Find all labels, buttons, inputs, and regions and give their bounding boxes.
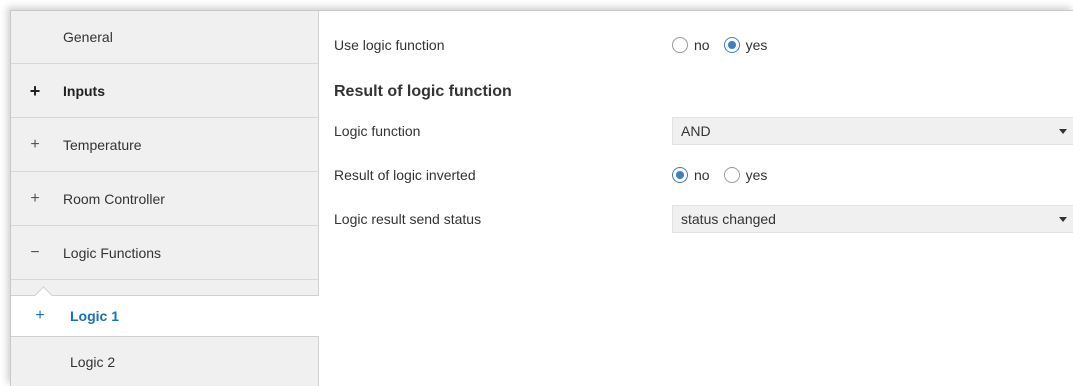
expand-icon[interactable]: + (28, 137, 42, 153)
sidebar-item-label: Logic Functions (63, 245, 162, 261)
logic-function-dropdown[interactable]: AND (672, 117, 1073, 145)
sidebar-item-logic-1[interactable]: + Logic 1 (11, 286, 319, 337)
radio-label: no (694, 37, 710, 53)
radio-label: yes (745, 167, 768, 183)
use-logic-option-yes[interactable]: yes (723, 37, 768, 53)
sidebar-item-temperature[interactable]: + Temperature (11, 119, 318, 172)
send-status-dropdown[interactable]: status changed (672, 205, 1073, 233)
collapse-icon[interactable]: − (28, 245, 42, 261)
dropdown-value: AND (681, 123, 711, 139)
sidebar-item-logic-2[interactable]: Logic 2 (11, 338, 318, 386)
sidebar-item-label: Room Controller (63, 191, 165, 207)
send-status-label: Logic result send status (334, 211, 482, 227)
radio-label: yes (745, 37, 768, 53)
radio-checked-icon[interactable] (723, 37, 740, 53)
section-title: Result of logic function (334, 83, 512, 100)
parameter-panel: Use logic function no yes Result of logi… (319, 11, 1073, 386)
result-inverted-radio-group: no yes (672, 167, 781, 183)
sidebar-item-label: Inputs (63, 83, 105, 99)
expand-icon[interactable]: + (33, 308, 47, 324)
use-logic-label: Use logic function (334, 37, 445, 53)
send-status-row: Logic result send status status changed (334, 205, 1073, 233)
sidebar-item-label: General (63, 29, 113, 45)
radio-label: no (694, 167, 710, 183)
sidebar: General + Inputs + Temperature + Room Co… (11, 11, 319, 386)
expand-icon[interactable]: + (28, 191, 42, 207)
use-logic-option-no[interactable]: no (672, 37, 710, 53)
use-logic-radio-group: no yes (672, 37, 781, 53)
selection-notch (34, 286, 53, 305)
dropdown-value: status changed (681, 211, 776, 227)
sidebar-item-general[interactable]: General (11, 11, 318, 64)
sidebar-item-label: Logic 1 (70, 308, 120, 324)
result-inverted-row: Result of logic inverted no yes (334, 161, 1073, 189)
result-inverted-label: Result of logic inverted (334, 167, 476, 183)
radio-checked-icon[interactable] (672, 167, 688, 183)
dropdown-arrow-icon (1059, 217, 1067, 222)
sidebar-item-logic-functions[interactable]: − Logic Functions (11, 227, 318, 280)
result-inverted-option-yes[interactable]: yes (723, 167, 768, 183)
logic-function-row: Logic function AND (334, 117, 1073, 145)
expand-icon[interactable]: + (28, 82, 42, 100)
logic-function-label: Logic function (334, 123, 421, 139)
use-logic-row: Use logic function no yes (334, 31, 1073, 59)
radio-unchecked-icon[interactable] (672, 37, 688, 53)
app-window: General + Inputs + Temperature + Room Co… (10, 10, 1073, 386)
result-inverted-option-no[interactable]: no (672, 167, 710, 183)
sidebar-item-label: Temperature (63, 137, 142, 153)
sidebar-item-room-controller[interactable]: + Room Controller (11, 173, 318, 226)
sidebar-item-inputs[interactable]: + Inputs (11, 65, 318, 118)
sidebar-item-label: Logic 2 (70, 354, 116, 370)
radio-unchecked-icon[interactable] (723, 167, 740, 183)
dropdown-arrow-icon (1059, 129, 1067, 134)
